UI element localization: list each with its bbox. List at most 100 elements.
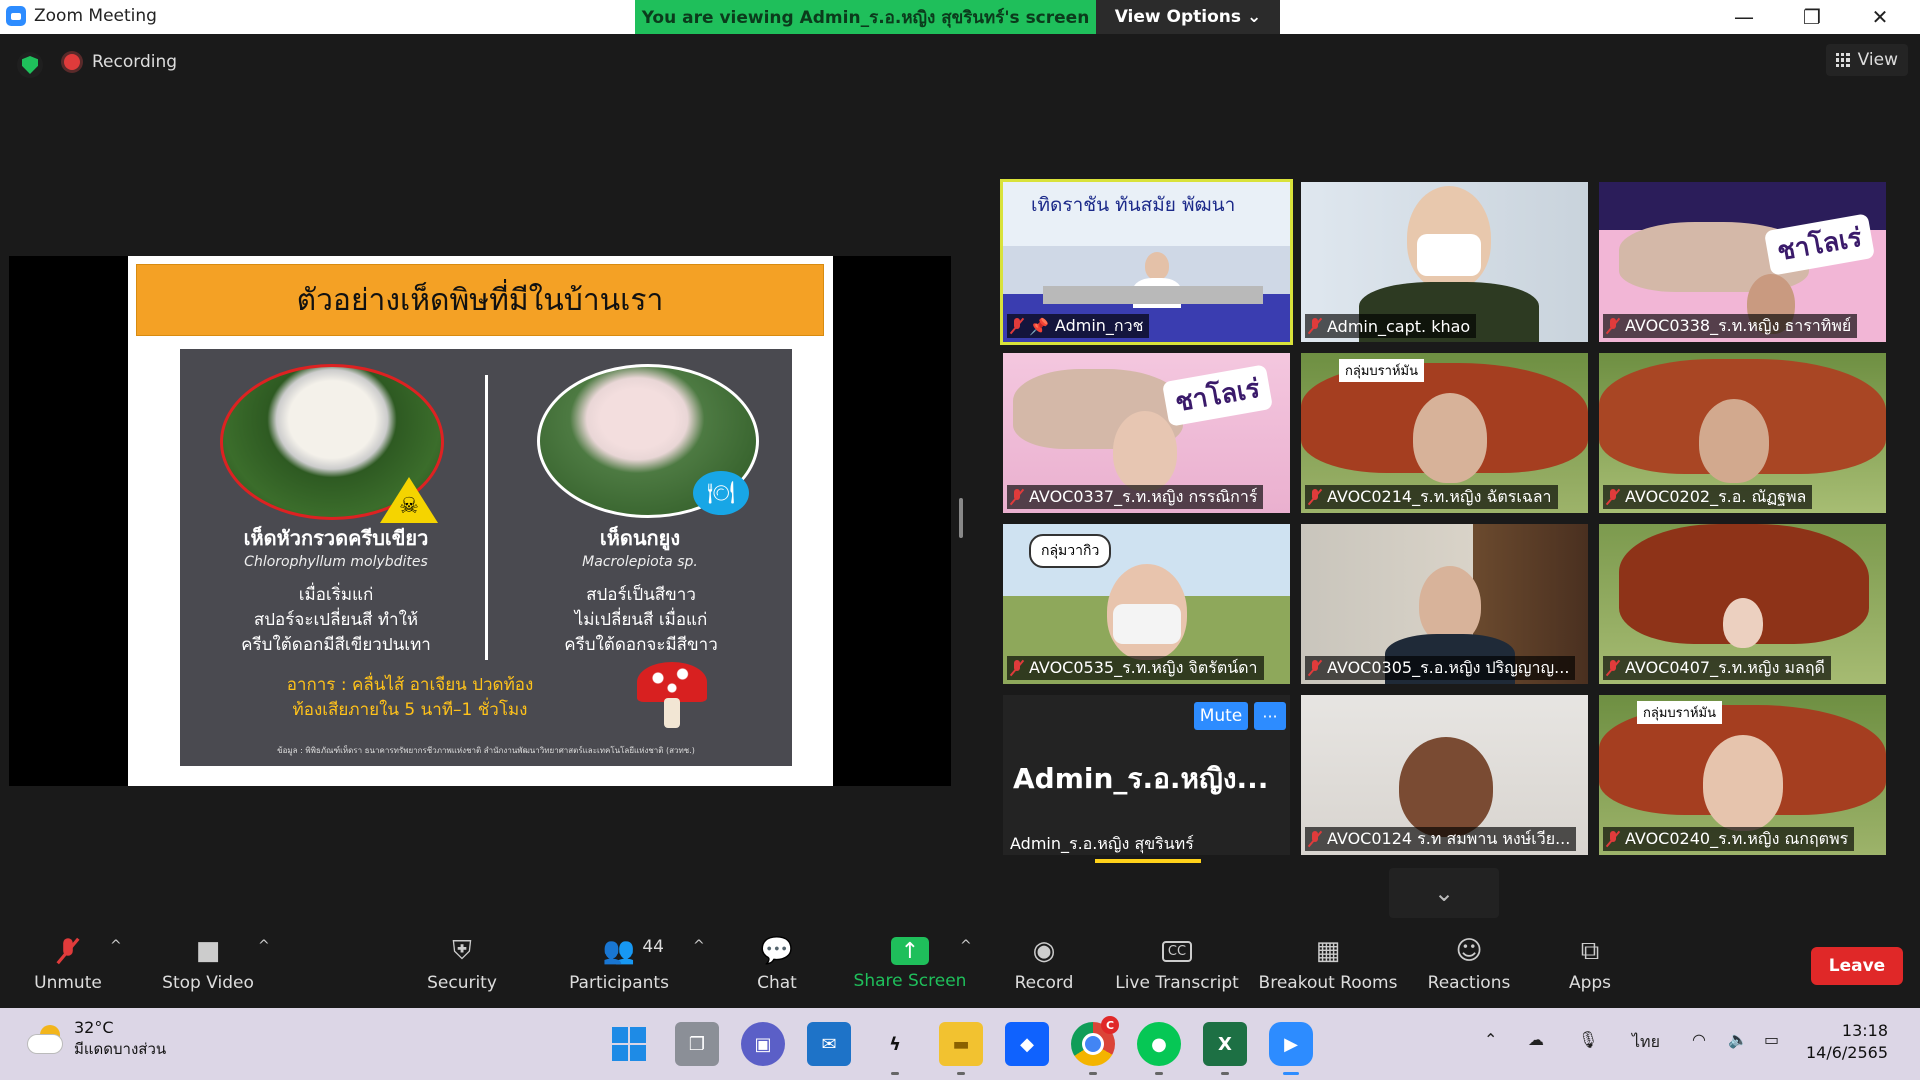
partly-cloudy-icon bbox=[28, 1024, 64, 1055]
share-screen-arrow-icon: ↑ bbox=[891, 937, 929, 965]
restore-button[interactable]: ❐ bbox=[1782, 0, 1842, 34]
view-options-button[interactable]: View Options ⌄ bbox=[1096, 0, 1280, 34]
video-tile[interactable]: กลุ่มบราห์มัน AVOC0214_ร.ท.หญิง ฉัตรเฉลา bbox=[1301, 353, 1588, 513]
stop-video-button[interactable]: ■ Stop Video bbox=[160, 920, 256, 1008]
video-tile[interactable]: AVOC0202_ร.อ. ณัฏฐพล bbox=[1599, 353, 1886, 513]
recording-label: Recording bbox=[92, 52, 178, 72]
admin-name-tag: Admin_ร.อ.หญิง สุขรินทร์ bbox=[1010, 834, 1194, 853]
record-button[interactable]: ◉ Record bbox=[1008, 920, 1080, 1008]
left-mushroom-label: เห็ดหัวกรวดครีบเขียว Chlorophyllum molyb… bbox=[192, 526, 480, 574]
split-drag-handle[interactable] bbox=[959, 498, 963, 538]
leave-button[interactable]: Leave bbox=[1811, 947, 1903, 985]
left-desc-line: เมื่อเริ่มแก่ bbox=[298, 585, 374, 605]
left-description: เมื่อเริ่มแก่ สปอร์จะเปลี่ยนสี ทำให้ ครี… bbox=[190, 583, 482, 658]
line-app-icon[interactable]: ● bbox=[1137, 1022, 1181, 1075]
next-page-chevron-button[interactable]: ⌄ bbox=[1389, 868, 1499, 918]
participant-face bbox=[1413, 393, 1487, 483]
participant-face bbox=[1113, 411, 1177, 491]
more-options-button[interactable]: ··· bbox=[1254, 702, 1286, 730]
pen-app-icon[interactable]: ϟ bbox=[873, 1022, 917, 1075]
mail-icon[interactable]: ✉ bbox=[807, 1022, 851, 1066]
title-bar: Zoom Meeting You are viewing Admin_ร.อ.ห… bbox=[0, 0, 1920, 34]
mute-participant-button[interactable]: Mute bbox=[1194, 702, 1248, 730]
mic-muted-icon bbox=[1011, 660, 1023, 676]
participant-name-tag: 📌 Admin_กวช bbox=[1007, 314, 1150, 338]
zoom-taskbar-icon[interactable]: ▶ bbox=[1269, 1022, 1313, 1075]
participant-name: AVOC0338_ร.ท.หญิง ธาราทิพย์ bbox=[1625, 315, 1852, 335]
participant-name: AVOC0240_ร.ท.หญิง ณกฤตพร bbox=[1625, 828, 1849, 848]
recording-indicator[interactable]: Recording bbox=[64, 52, 177, 72]
grid-view-icon bbox=[1835, 53, 1850, 67]
chrome-profile-badge: C bbox=[1101, 1016, 1119, 1034]
unmute-label: Unmute bbox=[34, 973, 102, 993]
weather-widget[interactable]: 32°C มีแดดบางส่วน bbox=[28, 1018, 166, 1061]
dropbox-icon[interactable]: ◆ bbox=[1005, 1022, 1049, 1066]
view-button[interactable]: View bbox=[1825, 44, 1908, 76]
breakout-rooms-button[interactable]: ▦ Breakout Rooms bbox=[1258, 920, 1398, 1008]
chrome-icon[interactable]: C bbox=[1071, 1016, 1119, 1075]
participant-name: AVOC0305_ร.อ.หญิง ปริญญาญ... bbox=[1327, 657, 1570, 677]
onedrive-cloud-icon[interactable]: ☁ bbox=[1528, 1030, 1544, 1049]
symptom-text: อาการ : คลื่นไส้ อาเจียน ปวดท้อง ท้องเสี… bbox=[210, 673, 610, 723]
video-tile[interactable]: ชาโลเร่ AVOC0337_ร.ท.หญิง กรรณิการ์ bbox=[1003, 353, 1290, 513]
video-tile[interactable]: เทิดราชัน ทันสมัย พัฒนา 📌 Admin_กวช bbox=[1000, 179, 1293, 345]
microphone-tray-icon[interactable]: 🎙 bbox=[1578, 1030, 1598, 1049]
video-tile[interactable]: AVOC0240_ร.ท.หญิง ณกฤตพร กลุ่มบราห์มัน A… bbox=[1599, 695, 1886, 855]
mic-muted-icon bbox=[1011, 489, 1023, 505]
right-mushroom-label: เห็ดนกยูง Macrolepiota sp. bbox=[497, 526, 783, 574]
left-mushroom-latin: Chlorophyllum molybdites bbox=[244, 554, 428, 570]
right-mushroom-latin: Macrolepiota sp. bbox=[582, 554, 698, 570]
task-view-icon[interactable]: ❐ bbox=[675, 1022, 719, 1066]
participant-name: Admin_กวช bbox=[1054, 315, 1144, 335]
video-tile[interactable]: AVOC0124 ร.ท สมพาน หงษ์เวีย... bbox=[1301, 695, 1588, 855]
mic-muted-icon bbox=[1607, 489, 1619, 505]
participants-count: 44 bbox=[642, 937, 664, 957]
live-transcript-button[interactable]: CC Live Transcript bbox=[1112, 920, 1242, 1008]
video-options-caret[interactable]: ^ bbox=[258, 938, 270, 954]
teams-chat-icon[interactable]: ▣ bbox=[741, 1022, 785, 1066]
share-options-caret[interactable]: ^ bbox=[960, 938, 972, 954]
admin-display-name: Admin_ร.อ.หญิง... bbox=[1013, 762, 1269, 795]
backdrop-text: กลุ่มวากิว bbox=[1029, 534, 1112, 568]
participant-name: AVOC0535_ร.ท.หญิง จิตรัตน์ดา bbox=[1029, 657, 1258, 677]
file-explorer-icon[interactable]: ▬ bbox=[939, 1022, 983, 1075]
breakout-rooms-icon: ▦ bbox=[1315, 936, 1341, 966]
video-tile[interactable]: AVOC0305_ร.อ.หญิง ปริญญาญ... bbox=[1301, 524, 1588, 684]
wifi-icon[interactable]: ◠ bbox=[1692, 1030, 1706, 1049]
show-hidden-icons-chevron-icon[interactable]: ⌃ bbox=[1484, 1030, 1497, 1049]
chat-button[interactable]: 💬 Chat bbox=[742, 920, 812, 1008]
face-mask bbox=[1113, 604, 1181, 644]
participants-options-caret[interactable]: ^ bbox=[693, 938, 705, 954]
weather-text: มีแดดบางส่วน bbox=[74, 1040, 167, 1058]
unmute-button[interactable]: Unmute bbox=[32, 920, 104, 1008]
video-tile[interactable]: AVOC0407_ร.ท.หญิง มลฤดี bbox=[1599, 524, 1886, 684]
start-button[interactable] bbox=[607, 1022, 651, 1066]
apps-button[interactable]: ⧉ Apps bbox=[1560, 920, 1620, 1008]
participant-name-tag: AVOC0214_ร.ท.หญิง ฉัตรเฉลา bbox=[1305, 485, 1558, 509]
participant-name: AVOC0407_ร.ท.หญิง มลฤดี bbox=[1625, 657, 1825, 677]
participants-button[interactable]: 👥 44 Participants bbox=[564, 920, 674, 1008]
speaking-indicator bbox=[1095, 859, 1201, 863]
participant-name-tag: AVOC0202_ร.อ. ณัฏฐพล bbox=[1603, 485, 1813, 509]
zoom-logo-icon bbox=[6, 6, 26, 26]
clock[interactable]: 13:18 14/6/2565 bbox=[1806, 1020, 1888, 1064]
reactions-label: Reactions bbox=[1427, 973, 1511, 993]
audio-options-caret[interactable]: ^ bbox=[110, 938, 122, 954]
left-mushroom-name: เห็ดหัวกรวดครีบเขียว bbox=[243, 526, 429, 550]
security-button[interactable]: ⛨ Security bbox=[420, 920, 504, 1008]
video-tile[interactable]: ชาโลเร่ AVOC0338_ร.ท.หญิง ธาราทิพย์ bbox=[1599, 182, 1886, 342]
encryption-shield-icon[interactable] bbox=[17, 52, 43, 78]
participant-name: AVOC0202_ร.อ. ณัฏฐพล bbox=[1625, 486, 1807, 506]
share-screen-button[interactable]: ↑ Share Screen bbox=[852, 920, 968, 1008]
reactions-button[interactable]: ☺ Reactions bbox=[1424, 920, 1514, 1008]
video-tile[interactable]: กลุ่มวากิว AVOC0535_ร.ท.หญิง จิตรัตน์ดา bbox=[1003, 524, 1290, 684]
battery-icon[interactable]: ▭ bbox=[1764, 1030, 1779, 1049]
input-language[interactable]: ไทย bbox=[1632, 1030, 1660, 1055]
speaker-icon[interactable]: 🔈 bbox=[1728, 1030, 1748, 1049]
close-button[interactable]: ✕ bbox=[1850, 0, 1910, 34]
apps-label: Apps bbox=[1568, 973, 1612, 993]
minimize-button[interactable]: — bbox=[1714, 0, 1774, 34]
excel-icon[interactable]: X bbox=[1203, 1022, 1247, 1075]
video-tile[interactable]: Admin_capt. khao bbox=[1301, 182, 1588, 342]
breakout-rooms-label: Breakout Rooms bbox=[1258, 973, 1398, 993]
